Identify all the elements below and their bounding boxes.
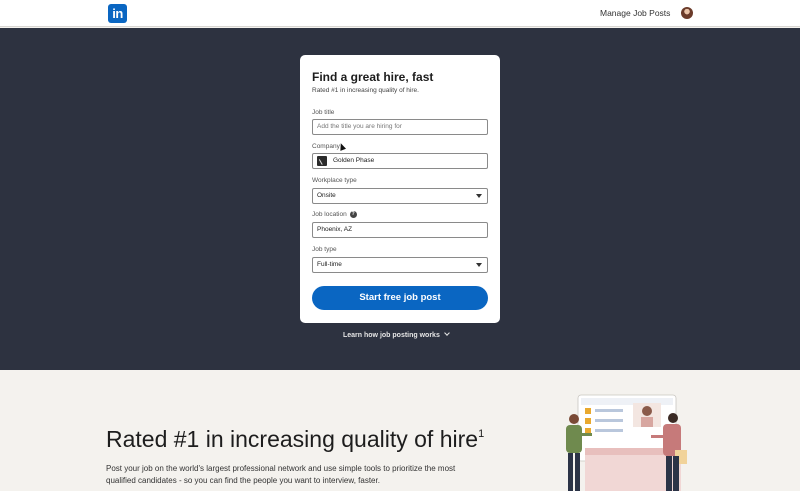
job-location-input[interactable]: Phoenix, AZ (312, 222, 488, 238)
hiring-illustration (566, 394, 687, 491)
chevron-down-icon (444, 330, 450, 336)
avatar[interactable] (681, 7, 693, 19)
manage-job-posts-link[interactable]: Manage Job Posts (600, 8, 670, 18)
company-value: Golden Phase (333, 157, 375, 164)
start-free-job-post-button[interactable]: Start free job post (312, 286, 488, 310)
learn-how-job-posting-works-link[interactable]: Learn how job posting works (343, 330, 450, 339)
company-input[interactable]: Golden Phase (312, 153, 488, 169)
job-title-placeholder: Add the title you are hiring for (317, 123, 402, 130)
linkedin-logo[interactable]: in (108, 4, 127, 23)
promo-heading-text: Rated #1 in increasing quality of hire (106, 426, 479, 452)
job-type-value: Full-time (317, 261, 342, 268)
workplace-type-value: Onsite (317, 192, 336, 199)
promo-heading: Rated #1 in increasing quality of hire1 (106, 426, 484, 453)
form-title: Find a great hire, fast (312, 70, 434, 84)
job-post-form: Find a great hire, fast Rated #1 in incr… (300, 55, 500, 323)
company-logo-icon (317, 156, 327, 166)
learn-link-label: Learn how job posting works (343, 332, 440, 339)
top-navbar: in Manage Job Posts (0, 0, 800, 27)
job-type-select[interactable]: Full-time (312, 257, 488, 273)
workplace-type-select[interactable]: Onsite (312, 188, 488, 204)
company-label: Company (312, 143, 340, 150)
job-location-label-text: Job location (312, 211, 347, 219)
chevron-down-icon (476, 194, 482, 198)
job-location-label: Job location? (312, 211, 357, 218)
job-title-input[interactable]: Add the title you are hiring for (312, 119, 488, 135)
job-title-label: Job title (312, 109, 335, 116)
footnote-marker: 1 (478, 428, 485, 440)
job-type-label: Job type (312, 246, 337, 253)
promo-description: Post your job on the world's largest pro… (106, 464, 456, 485)
workplace-type-label: Workplace type (312, 177, 357, 184)
help-icon[interactable]: ? (349, 211, 357, 218)
chevron-down-icon (476, 263, 482, 267)
form-subtitle: Rated #1 in increasing quality of hire. (312, 87, 419, 94)
job-location-value: Phoenix, AZ (317, 226, 353, 233)
